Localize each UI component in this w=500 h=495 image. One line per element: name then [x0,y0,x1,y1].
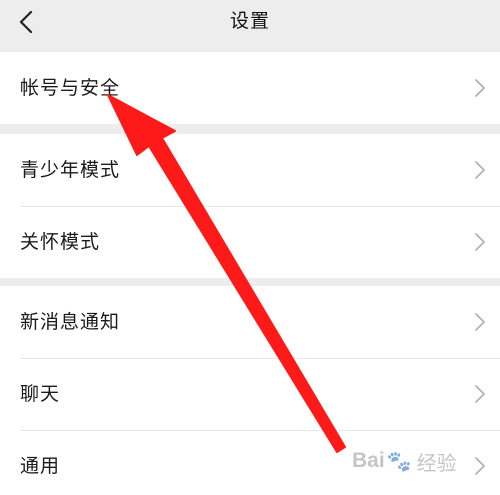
chevron-right-icon [475,457,485,475]
watermark-brand: Bai [352,449,385,472]
watermark: Bai 🐾 经验 [352,441,457,481]
settings-item-label: 关怀模式 [20,231,101,253]
settings-item-label: 帐号与安全 [20,77,121,99]
settings-group-modes: 青少年模式 关怀模式 [0,134,500,278]
settings-item-account-security[interactable]: 帐号与安全 [0,52,500,124]
page-title: 设置 [229,10,270,32]
settings-group-account: 帐号与安全 [0,52,500,124]
chevron-right-icon [475,385,485,403]
chevron-right-icon [475,233,485,251]
chevron-right-icon [475,313,485,331]
settings-item-label: 新消息通知 [20,311,121,333]
settings-item-new-message-notification[interactable]: 新消息通知 [0,286,500,358]
chevron-right-icon [475,79,485,97]
settings-item-label: 通用 [20,455,61,477]
settings-screen: 设置 帐号与安全 青少年模式 关怀模式 新消息通知 聊天 通用 Bai 🐾 经验 [0,0,500,495]
settings-item-care-mode[interactable]: 关怀模式 [0,206,500,278]
settings-item-label: 青少年模式 [20,159,121,181]
settings-item-teen-mode[interactable]: 青少年模式 [0,134,500,206]
settings-item-chat[interactable]: 聊天 [0,358,500,430]
nav-bar: 设置 [0,0,500,48]
chevron-right-icon [475,161,485,179]
paw-icon: 🐾 [386,450,412,473]
settings-item-label: 聊天 [20,383,61,405]
watermark-brand-cn: 经验 [416,452,457,475]
